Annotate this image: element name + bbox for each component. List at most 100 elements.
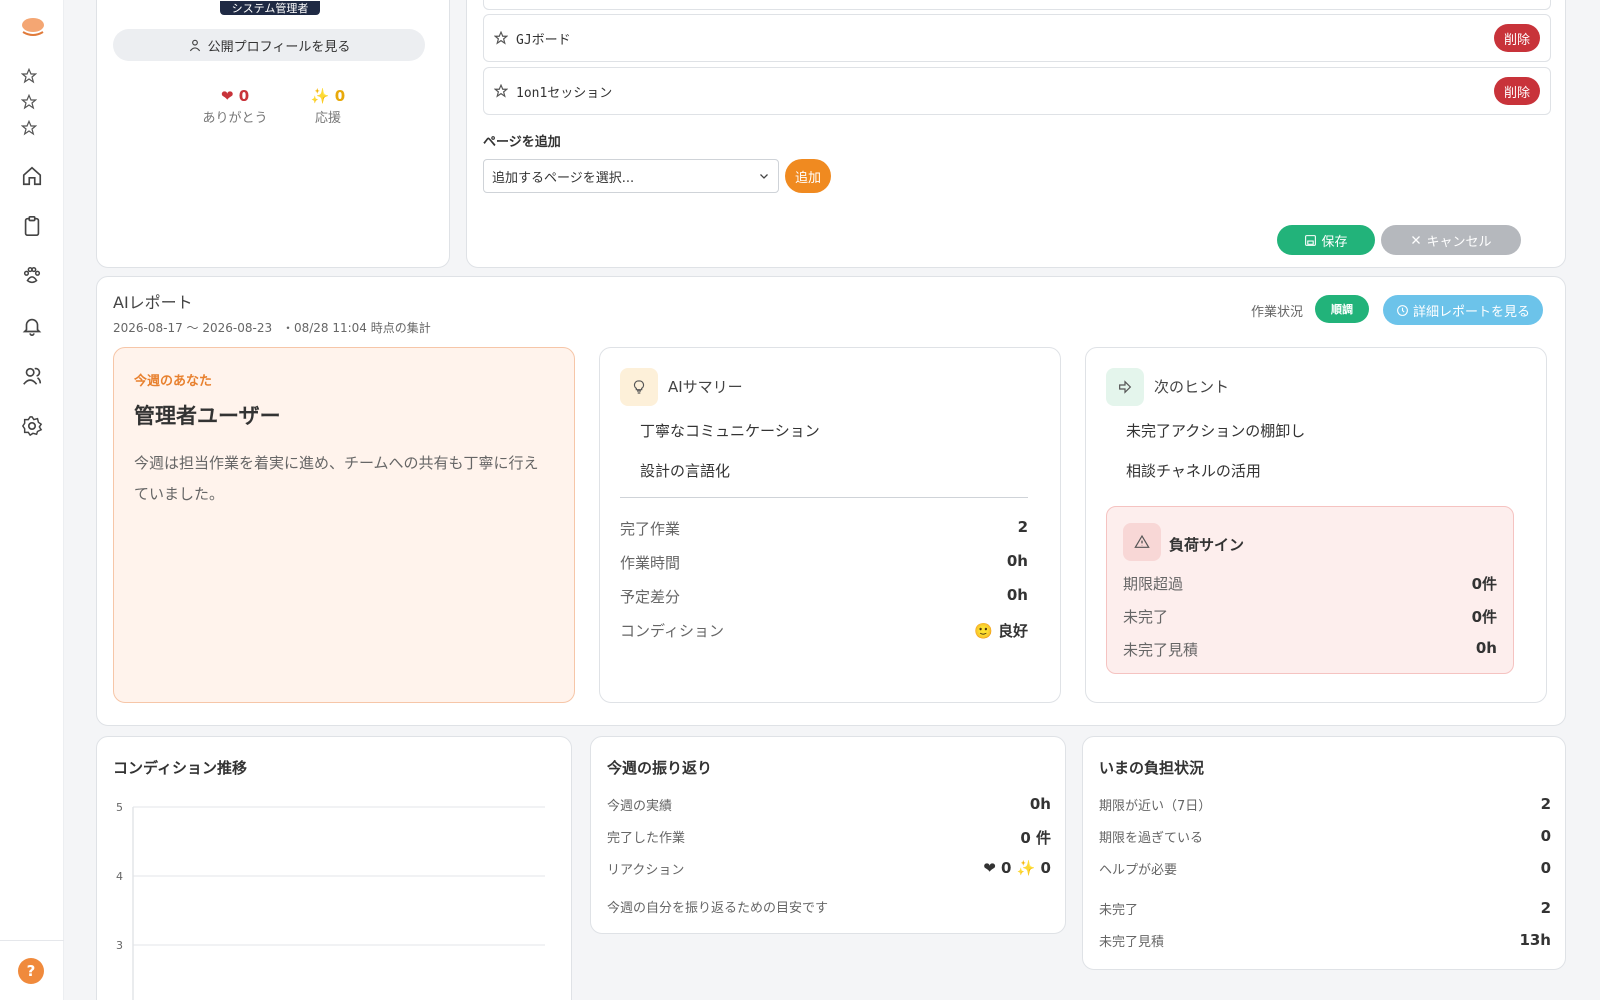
help-button[interactable]: ?: [18, 958, 44, 984]
stat-label: 未完了見積: [1123, 641, 1199, 659]
warning-icon: [1123, 523, 1161, 561]
review-note: 今週の自分を振り返るための目安です: [607, 901, 829, 916]
ai-report-card: AIレポート 2026-08-17 〜 2026-08-23 ・08/28 11…: [96, 276, 1566, 726]
report-period: 2026-08-17 〜 2026-08-23: [113, 321, 273, 335]
delete-button[interactable]: 削除: [1493, 77, 1540, 105]
review-row: 今週の実績 0h: [607, 795, 1051, 814]
ai-summary-card: AIサマリー 丁寧なコミュニケーション 設計の言語化 完了作業 2 作業時間 0h …: [599, 347, 1061, 703]
stat-value: 0h: [1006, 586, 1028, 604]
heart-icon: ❤: [220, 87, 234, 105]
page-select-value: 追加するページを選択...: [492, 170, 635, 186]
load-stat: 未完了見積 0h: [1123, 639, 1497, 660]
chevron-down-icon: [760, 174, 768, 179]
stat-value: 2: [1017, 518, 1028, 536]
y-tick-label: 4: [116, 870, 123, 883]
ai-report-period: 2026-08-17 〜 2026-08-23 ・08/28 11:04 時点の…: [113, 319, 431, 336]
summary-stat: 完了作業 2: [620, 518, 1028, 539]
add-page-label: ページを追加: [483, 135, 561, 150]
favorite-star-icon[interactable]: [19, 66, 39, 86]
detail-report-button[interactable]: 詳細レポートを見る: [1383, 295, 1543, 325]
profile-card: システム管理者 公開プロフィールを見る ❤ 0 ありがとう ✨ 0 応援: [96, 0, 450, 268]
reaction-label: リアクション: [607, 863, 685, 878]
add-page-button[interactable]: 追加: [785, 159, 831, 193]
save-label: 保存: [1321, 234, 1348, 250]
public-profile-button[interactable]: 公開プロフィールを見る: [113, 29, 425, 61]
workload-value: 0: [1540, 827, 1551, 845]
favorite-star-icon[interactable]: [19, 118, 39, 138]
weekly-review-card: 今週の振り返り 今週の実績 0h 完了した作業 0 件 リアクション ❤ 0 ✨ 0 …: [590, 736, 1066, 934]
hint-point: 未完了アクションの棚卸し: [1126, 422, 1306, 440]
stat-label: 未完了: [1123, 608, 1169, 626]
close-icon: [1412, 236, 1421, 244]
favorite-star-icon[interactable]: [19, 92, 39, 112]
workload-title: いまの負担状況: [1099, 759, 1205, 777]
stat-label: 完了作業: [620, 520, 681, 538]
stat-label: 期限超過: [1123, 575, 1184, 593]
favorite-row-partial: [483, 0, 1551, 10]
load-sign-panel: 負荷サイン 期限超過 0件 未完了 0件 未完了見積 0h: [1106, 506, 1514, 674]
review-row: 完了した作業 0 件: [607, 827, 1051, 848]
stat-value: 0件: [1471, 575, 1497, 593]
workload-row: ヘルプが必要 0: [1099, 859, 1551, 878]
favorite-label: 1on1セッション: [516, 85, 613, 101]
stat-value: 0h: [1475, 639, 1497, 657]
workload-label: 期限を過ぎている: [1099, 831, 1204, 846]
logo-icon[interactable]: [18, 16, 48, 40]
public-profile-label: 公開プロフィールを見る: [207, 39, 351, 55]
cheer-count: 0: [334, 87, 346, 105]
workload-value: 0: [1540, 859, 1551, 877]
users-icon[interactable]: [18, 362, 46, 390]
clock-icon: [1397, 304, 1408, 316]
condition-trend-chart: 5 4 3: [116, 801, 545, 1000]
sparkle-icon: ✨: [310, 87, 330, 105]
role-badge: システム管理者: [220, 1, 320, 15]
star-icon[interactable]: [494, 31, 508, 45]
workload-row: 未完了見積 13h: [1099, 931, 1551, 950]
favorite-row: 1on1セッション 削除: [483, 67, 1551, 115]
workload-row: 未完了 2: [1099, 899, 1551, 918]
page-select[interactable]: 追加するページを選択...: [483, 159, 779, 193]
thanks-stat: ❤ 0 ありがとう: [195, 87, 275, 126]
weekly-description: 今週は担当作業を着実に進め、チームへの共有も丁寧に行えていました。: [134, 454, 539, 503]
review-value: 0 件: [1020, 829, 1051, 847]
cancel-button[interactable]: キャンセル: [1381, 225, 1521, 255]
summary-stat: 予定差分 0h: [620, 586, 1028, 607]
gear-icon[interactable]: [18, 412, 46, 440]
user-name: 管理者ユーザー: [134, 404, 281, 428]
this-week-you-card: 今週のあなた 管理者ユーザー 今週は担当作業を着実に進め、チームへの共有も丁寧に…: [113, 347, 575, 703]
save-icon: [1305, 234, 1317, 246]
load-sign-title: 負荷サイン: [1169, 536, 1245, 554]
favorites-editor-card: GJボード 削除 1on1セッション 削除 ページを追加 追加するページを選択.…: [466, 0, 1566, 268]
clipboard-icon[interactable]: [18, 212, 46, 240]
paw-icon[interactable]: [18, 262, 46, 290]
reaction-value: ❤ 0 ✨ 0: [983, 859, 1051, 877]
save-button[interactable]: 保存: [1277, 225, 1375, 255]
sidebar: ?: [0, 0, 64, 1000]
y-tick-label: 5: [116, 801, 123, 814]
cheer-stat: ✨ 0 応援: [293, 87, 363, 126]
y-tick-label: 3: [116, 939, 123, 952]
home-icon[interactable]: [18, 162, 46, 190]
summary-point: 丁寧なコミュニケーション: [640, 422, 820, 440]
summary-stat: 作業時間 0h: [620, 552, 1028, 573]
workload-value: 2: [1540, 899, 1551, 917]
star-icon[interactable]: [494, 84, 508, 98]
ai-summary-title: AIサマリー: [668, 378, 743, 396]
delete-button[interactable]: 削除: [1493, 24, 1540, 52]
summary-stat: コンディション 🙂 良好: [620, 620, 1028, 641]
stat-label: 作業時間: [620, 554, 681, 572]
workload-label: 未完了: [1099, 903, 1139, 918]
workload-card: いまの負担状況 期限が近い（7日） 2 期限を過ぎている 0 ヘルプが必要 0 未完了…: [1082, 736, 1566, 970]
bell-icon[interactable]: [18, 312, 46, 340]
favorite-label: GJボード: [516, 32, 571, 48]
work-status-badge: 順調: [1315, 295, 1369, 323]
workload-row: 期限を過ぎている 0: [1099, 827, 1551, 846]
load-stat: 期限超過 0件: [1123, 573, 1497, 594]
this-week-you-tag: 今週のあなた: [134, 374, 213, 389]
detail-report-label: 詳細レポートを見る: [1412, 304, 1530, 320]
reaction-row: リアクション ❤ 0 ✨ 0: [607, 859, 1051, 878]
workload-value: 13h: [1519, 931, 1551, 949]
summary-divider: [620, 497, 1028, 498]
favorite-row: GJボード 削除: [483, 14, 1551, 62]
stat-value: 0件: [1471, 608, 1497, 626]
